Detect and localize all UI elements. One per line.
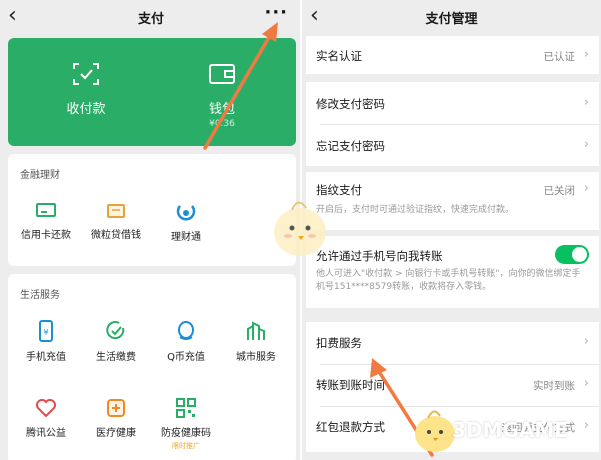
arrow-head-icon	[262, 22, 278, 42]
annotation-arrow-left	[203, 30, 274, 150]
mascot-watermark-icon	[274, 201, 326, 256]
arrow-head-icon	[370, 358, 387, 378]
watermark-logo: 3DMGAME	[452, 418, 568, 442]
